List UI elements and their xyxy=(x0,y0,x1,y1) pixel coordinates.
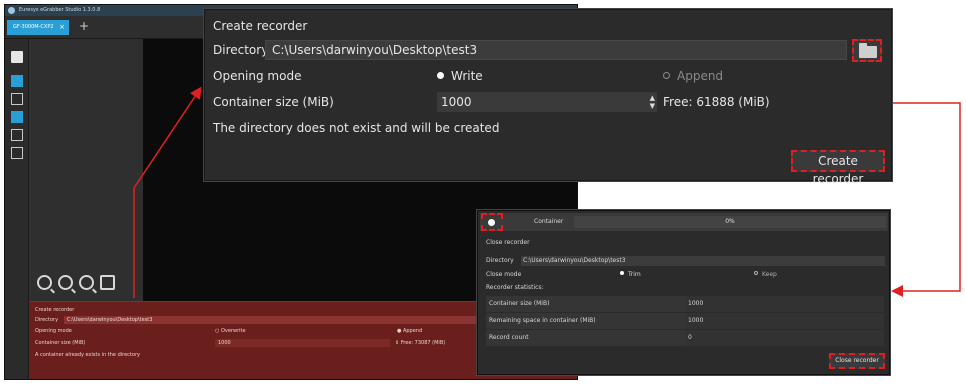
close-recorder-button[interactable]: Close recorder xyxy=(829,353,885,369)
container-header: Container 0% xyxy=(480,213,888,231)
table-row: Remaining space in container (MiB) 1000 xyxy=(486,313,884,330)
keep-radio[interactable]: Keep xyxy=(754,270,777,280)
append-label: Append xyxy=(677,69,724,83)
append-radio[interactable]: Append xyxy=(663,69,723,83)
browse-folder-button[interactable] xyxy=(852,39,882,62)
create-recorder-dialog: Create recorder Directory C:\Users\darwi… xyxy=(204,9,892,186)
dialog-title: Create recorder xyxy=(213,19,308,33)
container-size-label: Container size (MiB) xyxy=(213,95,334,109)
overwrite-label: Overwrite xyxy=(220,328,246,334)
close-icon[interactable]: × xyxy=(59,20,65,35)
stop-icon[interactable] xyxy=(11,51,23,63)
record-toggle-button[interactable] xyxy=(481,213,503,231)
zoom-controls xyxy=(37,275,115,290)
stat-key: Remaining space in container (MiB) xyxy=(489,317,596,324)
free-text: Free: 73087 (MiB) xyxy=(400,340,446,346)
free-space-label: Free: 61888 (MiB) xyxy=(663,95,770,109)
record-icon xyxy=(488,219,495,226)
bottom-panel-title: Create recorder xyxy=(35,307,75,313)
layers-icon[interactable] xyxy=(11,93,23,105)
stat-value: 1000 xyxy=(686,296,884,312)
stat-key: Record count xyxy=(489,334,529,341)
tab-label: GF-3000M-CXP2 xyxy=(13,24,54,30)
progress-text: 0% xyxy=(725,218,735,225)
zoom-fit-icon[interactable] xyxy=(79,275,94,290)
folder-open-icon xyxy=(859,43,877,58)
directory-label: Directory xyxy=(213,43,269,57)
arrow-to-close-dialog xyxy=(891,102,961,297)
bottom-opening-mode-label: Opening mode xyxy=(35,328,72,334)
stat-key: Container size (MiB) xyxy=(489,300,550,307)
camera-icon[interactable] xyxy=(11,75,23,87)
fullscreen-icon[interactable] xyxy=(100,275,115,290)
create-recorder-button[interactable]: Create recorder xyxy=(791,150,885,186)
container-progress-bar: 0% xyxy=(574,216,886,228)
new-tab-button[interactable]: + xyxy=(79,19,89,34)
container-size-spinbox[interactable]: 1000 ▲ ▼ xyxy=(437,92,657,112)
trim-label: Trim xyxy=(628,271,641,278)
table-row: Container size (MiB) 1000 xyxy=(486,296,884,313)
bottom-container-size-label: Container size (MiB) xyxy=(35,340,86,346)
left-panel xyxy=(29,39,143,301)
app-title: Euresys eGrabber Studio 1.3.0.8 xyxy=(19,7,101,13)
directory-label: Directory xyxy=(486,257,514,264)
bottom-free-label: ⇕ Free: 73087 (MiB) xyxy=(395,340,446,346)
stat-value: 0 xyxy=(686,330,884,346)
radio-unchecked-icon xyxy=(663,72,670,79)
keep-label: Keep xyxy=(762,271,777,278)
zoom-out-icon[interactable] xyxy=(58,275,73,290)
close-recorder-dialog: Container 0% Close recorder Directory C:… xyxy=(477,210,890,375)
close-recorder-title: Close recorder xyxy=(486,239,530,246)
zoom-in-icon[interactable] xyxy=(37,275,52,290)
bottom-directory-label: Directory xyxy=(35,317,59,323)
recorder-statistics-label: Recorder statistics: xyxy=(486,284,544,291)
radio-checked-icon xyxy=(620,271,624,275)
bottom-overwrite-radio[interactable]: ○ Overwrite xyxy=(215,327,246,336)
close-mode-label: Close mode xyxy=(486,271,522,278)
sliders-icon[interactable] xyxy=(11,129,23,141)
directory-field[interactable]: C:\Users\darwinyou\Desktop\test3 xyxy=(521,256,885,266)
bottom-message: A container already exists in the direct… xyxy=(35,352,140,358)
directory-field[interactable]: C:\Users\darwinyou\Desktop\test3 xyxy=(265,40,847,60)
container-label: Container xyxy=(534,218,564,225)
append-label: Append xyxy=(402,328,423,334)
statistics-table: Container size (MiB) 1000 Remaining spac… xyxy=(486,296,884,347)
write-label: Write xyxy=(451,69,483,83)
stat-value: 1000 xyxy=(686,313,884,329)
recorder-icon[interactable] xyxy=(11,111,23,123)
table-row: Record count 0 xyxy=(486,330,884,347)
spin-arrows-icon[interactable]: ▲ ▼ xyxy=(650,94,655,110)
container-size-value: 1000 xyxy=(441,95,472,109)
tab-camera[interactable]: GF-3000M-CXP2 × xyxy=(7,20,69,35)
trim-radio[interactable]: Trim xyxy=(620,270,641,280)
radio-checked-icon xyxy=(437,72,444,79)
sidebar xyxy=(5,39,29,379)
bottom-container-size-field[interactable]: 1000 xyxy=(215,339,390,347)
script-icon[interactable] xyxy=(11,147,23,159)
radio-unchecked-icon xyxy=(754,271,758,275)
status-message: The directory does not exist and will be… xyxy=(213,121,500,135)
write-radio[interactable]: Write xyxy=(437,69,483,83)
opening-mode-label: Opening mode xyxy=(213,69,302,83)
bottom-append-radio[interactable]: ● Append xyxy=(397,327,422,336)
app-logo-icon xyxy=(8,7,15,14)
